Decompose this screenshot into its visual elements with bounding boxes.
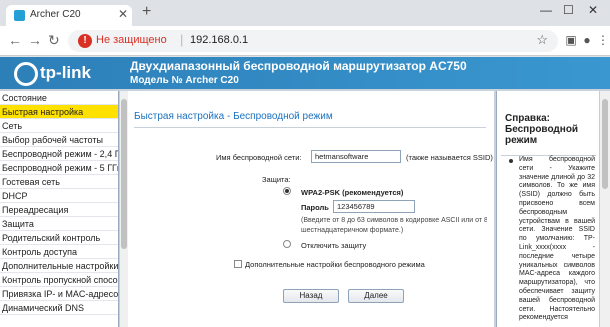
minimize-icon[interactable]: — (540, 3, 552, 17)
help-title: Справка: Беспроводной режим (505, 113, 579, 146)
reload-icon[interactable]: ↻ (48, 32, 60, 49)
sidebar-item-parental-control[interactable]: Родительский контроль (0, 231, 118, 245)
title-divider (134, 127, 486, 128)
help-text: Имя беспроводной сети - Укажите значение… (519, 156, 595, 322)
help-scroll-thumb[interactable] (602, 99, 608, 189)
tp-link-logo-icon (14, 62, 38, 86)
star-icon[interactable]: ☆ (536, 32, 548, 48)
wpa2-option-label: WPA2-PSK (рекомендуется) (301, 188, 404, 197)
router-page: tp-link Двухдиапазонный беспроводной мар… (0, 57, 610, 327)
sidebar-item-forwarding[interactable]: Переадресация (0, 203, 118, 217)
password-hint-line1: (Введите от 8 до 63 символов в кодировке… (301, 217, 487, 224)
help-panel: Справка: Беспроводной режим Имя беспрово… (496, 91, 599, 327)
security-label[interactable]: Не защищено (96, 34, 167, 46)
menu-icon[interactable]: ⋮ (596, 33, 610, 47)
security-label: Защита: (262, 175, 291, 184)
tab-close-icon[interactable]: ✕ (118, 7, 128, 21)
main-panel: Быстрая настройка - Беспроводной режим И… (128, 91, 494, 327)
url-separator: | (180, 32, 184, 47)
password-hint-line2: шестнадцатеричном формате.) (301, 227, 404, 234)
browser-toolbar: ← → ↻ ! Не защищено | 192.168.0.1 ☆ ▣ ● … (0, 26, 610, 56)
ssid-note: (также называется SSID) (406, 153, 493, 162)
tab-bar: Archer C20 ✕ + — ☐ ✕ (0, 0, 610, 26)
url-text[interactable]: 192.168.0.1 (190, 34, 248, 46)
warning-icon[interactable]: ! (78, 34, 92, 48)
password-input[interactable]: 123456789 (333, 200, 415, 213)
banner-title: Двухдиапазонный беспроводной маршрутизат… (130, 59, 467, 73)
sidebar-item-quick-setup[interactable]: Быстрая настройка (0, 105, 118, 119)
ssid-label: Имя беспроводной сети: (216, 153, 302, 162)
advanced-settings-checkbox[interactable] (234, 260, 242, 268)
logo-text: tp-link (40, 63, 91, 82)
password-label: Пароль (301, 203, 329, 212)
back-icon[interactable]: ← (8, 32, 22, 48)
page-title: Быстрая настройка - Беспроводной режим (134, 111, 333, 122)
sidebar-item-dynamic-dns[interactable]: Динамический DNS (0, 301, 118, 315)
sidebar-scrollbar[interactable] (119, 91, 128, 327)
back-button[interactable]: Назад (283, 289, 339, 303)
extension-icon[interactable]: ▣ (564, 33, 578, 47)
tab-title: Archer C20 (30, 9, 81, 20)
disable-security-label: Отключить защиту (301, 241, 367, 250)
disable-security-radio[interactable] (283, 240, 291, 248)
ssid-input[interactable]: hetmansoftware (311, 150, 401, 163)
sidebar-item-guest-network[interactable]: Гостевая сеть (0, 175, 118, 189)
header-banner: tp-link Двухдиапазонный беспроводной мар… (0, 57, 610, 89)
sidebar-item-status[interactable]: Состояние (0, 91, 118, 105)
wpa2-radio[interactable] (283, 187, 291, 195)
sidebar-item-ip-mac-binding[interactable]: Привязка IP- и MAC-адресов (0, 287, 118, 301)
maximize-icon[interactable]: ☐ (563, 3, 574, 17)
new-tab-button[interactable]: + (142, 3, 151, 21)
forward-icon[interactable]: → (28, 32, 42, 48)
sidebar-item-security[interactable]: Защита (0, 217, 118, 231)
sidebar-item-wireless-5[interactable]: Беспроводной режим - 5 ГГц (0, 161, 118, 175)
tp-link-favicon-icon (14, 10, 25, 21)
sidebar-menu: Состояние Быстрая настройка Сеть Выбор р… (0, 91, 119, 327)
sidebar-item-band-select[interactable]: Выбор рабочей частоты (0, 133, 118, 147)
advanced-settings-label: Дополнительные настройки беспроводного р… (245, 260, 425, 269)
next-button[interactable]: Далее (348, 289, 404, 303)
help-bullet-icon (509, 159, 513, 163)
account-icon[interactable]: ● (580, 33, 594, 47)
sidebar-item-bandwidth-control[interactable]: Контроль пропускной способн (0, 273, 118, 287)
banner-model: Модель № Archer C20 (130, 75, 239, 86)
browser-tab[interactable]: Archer C20 ✕ (6, 5, 132, 26)
window-close-icon[interactable]: ✕ (588, 3, 598, 17)
address-bar[interactable]: ! Не защищено | 192.168.0.1 ☆ (68, 30, 558, 52)
sidebar-item-dhcp[interactable]: DHCP (0, 189, 118, 203)
help-scrollbar[interactable] (599, 91, 610, 327)
sidebar-item-network[interactable]: Сеть (0, 119, 118, 133)
sidebar-scroll-thumb[interactable] (121, 99, 127, 249)
sidebar-item-advanced-routing[interactable]: Дополнительные настройки ма (0, 259, 118, 273)
sidebar-item-access-control[interactable]: Контроль доступа (0, 245, 118, 259)
sidebar-item-wireless-24[interactable]: Беспроводной режим - 2,4 ГГц (0, 147, 118, 161)
